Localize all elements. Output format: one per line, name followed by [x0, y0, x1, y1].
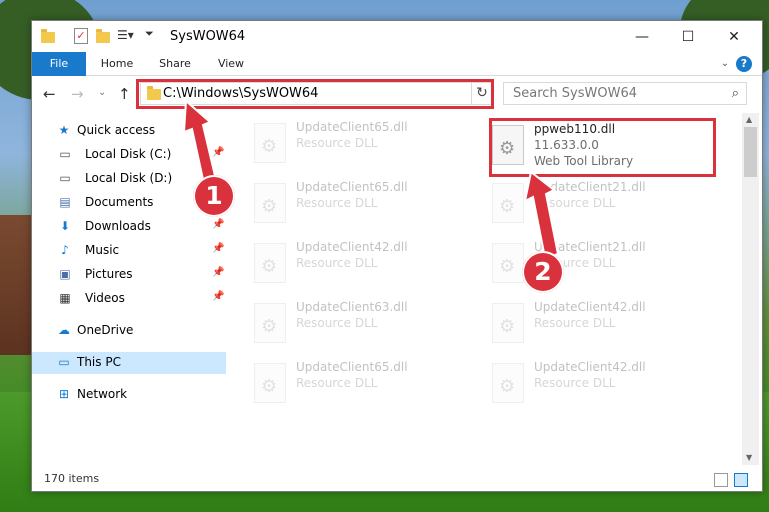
- new-folder-icon[interactable]: [96, 29, 110, 43]
- gear-icon: ⚙: [261, 136, 278, 157]
- gear-icon: ⚙: [499, 196, 516, 217]
- callout-2: 2: [522, 251, 564, 293]
- selected-file-version: 11.633.0.0: [534, 138, 599, 152]
- close-button[interactable]: ✕: [711, 21, 757, 52]
- file-icon: ⚙: [492, 125, 524, 165]
- back-arrow-icon[interactable]: ←: [43, 85, 56, 103]
- ribbon-expand-icon[interactable]: ⌄: [718, 52, 732, 76]
- navigation-pane: ★ Quick access ▭ Local Disk (C:) 📌 ▭ Loc…: [32, 113, 226, 465]
- tab-file[interactable]: File: [32, 52, 86, 76]
- large-icons-view-icon[interactable]: [734, 473, 748, 487]
- tab-home[interactable]: Home: [94, 52, 140, 76]
- quick-access-dropdown-icon[interactable]: ⏷: [145, 27, 159, 41]
- videos-icon: ▦: [59, 291, 71, 305]
- ribbon: File Home Share View ⌄ ?: [32, 52, 762, 76]
- star-icon: ★: [58, 123, 70, 137]
- cloud-icon: ☁: [58, 323, 70, 337]
- file-icon: ⚙: [254, 123, 286, 163]
- customize-toolbar-icon[interactable]: ☰▾: [117, 28, 134, 42]
- forward-arrow-icon[interactable]: →: [71, 85, 84, 103]
- pin-icon[interactable]: 📌: [212, 147, 224, 158]
- sidebar-item-pictures[interactable]: ▣ Pictures 📌: [32, 264, 226, 286]
- file-icon: ⚙: [254, 183, 286, 223]
- sidebar-item-music[interactable]: ♪ Music 📌: [32, 240, 226, 262]
- help-button[interactable]: ?: [736, 56, 752, 72]
- scroll-up-icon[interactable]: ▲: [746, 115, 752, 124]
- explorer-window: ✓ ☰▾ ⏷ SysWOW64 — ☐ ✕ File Home Share Vi…: [31, 20, 763, 492]
- list-item[interactable]: ⚙ UpdateClient63.dll Resource DLL: [248, 297, 468, 353]
- tab-share[interactable]: Share: [152, 52, 198, 76]
- documents-icon: ▤: [59, 195, 71, 209]
- recent-locations-icon[interactable]: ⌄: [98, 87, 106, 98]
- list-item[interactable]: ⚙ UpdateClient42.dll Resource DLL: [248, 237, 468, 293]
- window-title: SysWOW64: [170, 29, 246, 44]
- scrollbar-thumb[interactable]: [744, 127, 757, 177]
- file-icon: ⚙: [492, 363, 524, 403]
- drive-icon: ▭: [59, 171, 71, 185]
- gear-icon: ⚙: [261, 316, 278, 337]
- status-bar: 170 items: [32, 469, 762, 491]
- file-icon: ⚙: [492, 303, 524, 343]
- minimize-button[interactable]: —: [619, 21, 665, 52]
- scroll-down-icon[interactable]: ▼: [746, 453, 752, 462]
- sidebar-item-quick-access[interactable]: ★ Quick access: [32, 120, 226, 142]
- file-icon: ⚙: [254, 303, 286, 343]
- maximize-button[interactable]: ☐: [665, 21, 711, 52]
- folder-icon: [41, 29, 55, 43]
- callout-1: 1: [193, 175, 235, 217]
- downloads-icon: ⬇: [59, 219, 71, 233]
- gear-icon: ⚙: [261, 256, 278, 277]
- up-arrow-icon[interactable]: ↑: [118, 85, 131, 103]
- pictures-icon: ▣: [59, 267, 71, 281]
- computer-icon: ▭: [58, 355, 70, 369]
- search-icon: ⌕: [731, 86, 739, 101]
- pin-icon[interactable]: 📌: [212, 291, 224, 302]
- list-item[interactable]: ⚙ UpdateClient21.dll Resource DLL: [486, 177, 706, 233]
- search-input[interactable]: Search SysWOW64 ⌕: [503, 82, 747, 105]
- details-view-icon[interactable]: [714, 473, 728, 487]
- pin-icon[interactable]: 📌: [212, 243, 224, 254]
- sidebar-item-this-pc[interactable]: ▭ This PC: [32, 352, 226, 374]
- sidebar-item-network[interactable]: ⊞ Network: [32, 384, 226, 406]
- search-placeholder: Search SysWOW64: [513, 86, 637, 101]
- drive-icon: ▭: [59, 147, 71, 161]
- sidebar-item-local-disk-c[interactable]: ▭ Local Disk (C:) 📌: [32, 144, 226, 166]
- properties-icon[interactable]: ✓: [74, 28, 88, 44]
- file-icon: ⚙: [492, 183, 524, 223]
- gear-icon: ⚙: [499, 376, 516, 397]
- file-icon: ⚙: [492, 243, 524, 283]
- list-item[interactable]: ⚙ UpdateClient65.dll Resource DLL: [248, 177, 468, 233]
- selected-file-tile[interactable]: ⚙ ppweb110.dll 11.633.0.0 Web Tool Libra…: [486, 119, 706, 175]
- tab-view[interactable]: View: [208, 52, 254, 76]
- gear-icon: ⚙: [499, 138, 516, 159]
- title-bar: ✓ ☰▾ ⏷ SysWOW64 — ☐ ✕: [32, 21, 762, 52]
- music-icon: ♪: [61, 243, 69, 257]
- list-item[interactable]: ⚙ UpdateClient42.dll Resource DLL: [486, 357, 706, 413]
- item-count: 170 items: [44, 472, 100, 485]
- address-bar-highlight: [136, 79, 494, 109]
- sidebar-item-downloads[interactable]: ⬇ Downloads 📌: [32, 216, 226, 238]
- file-icon: ⚙: [254, 243, 286, 283]
- list-item[interactable]: ⚙ UpdateClient65.dll Resource DLL: [248, 357, 468, 413]
- list-item[interactable]: ⚙ UpdateClient65.dll Resource DLL: [248, 117, 468, 173]
- sidebar-item-onedrive[interactable]: ☁ OneDrive: [32, 320, 226, 342]
- pin-icon[interactable]: 📌: [212, 219, 224, 230]
- list-item[interactable]: ⚙ UpdateClient42.dll Resource DLL: [486, 297, 706, 353]
- selected-file-description: Web Tool Library: [534, 154, 634, 168]
- sidebar-item-videos[interactable]: ▦ Videos 📌: [32, 288, 226, 310]
- gear-icon: ⚙: [499, 316, 516, 337]
- vertical-scrollbar[interactable]: ▲ ▼: [742, 113, 759, 465]
- pin-icon[interactable]: 📌: [212, 267, 224, 278]
- selected-file-name: ppweb110.dll: [534, 122, 616, 136]
- gear-icon: ⚙: [261, 376, 278, 397]
- network-icon: ⊞: [58, 387, 70, 401]
- gear-icon: ⚙: [261, 196, 278, 217]
- background-barn: [0, 215, 32, 355]
- file-icon: ⚙: [254, 363, 286, 403]
- file-list: ⚙ UpdateClient65.dll Resource DLL ⚙ Upda…: [228, 113, 742, 465]
- list-item[interactable]: ⚙ UpdateClient21.dll Resource DLL: [486, 237, 706, 293]
- gear-icon: ⚙: [499, 256, 516, 277]
